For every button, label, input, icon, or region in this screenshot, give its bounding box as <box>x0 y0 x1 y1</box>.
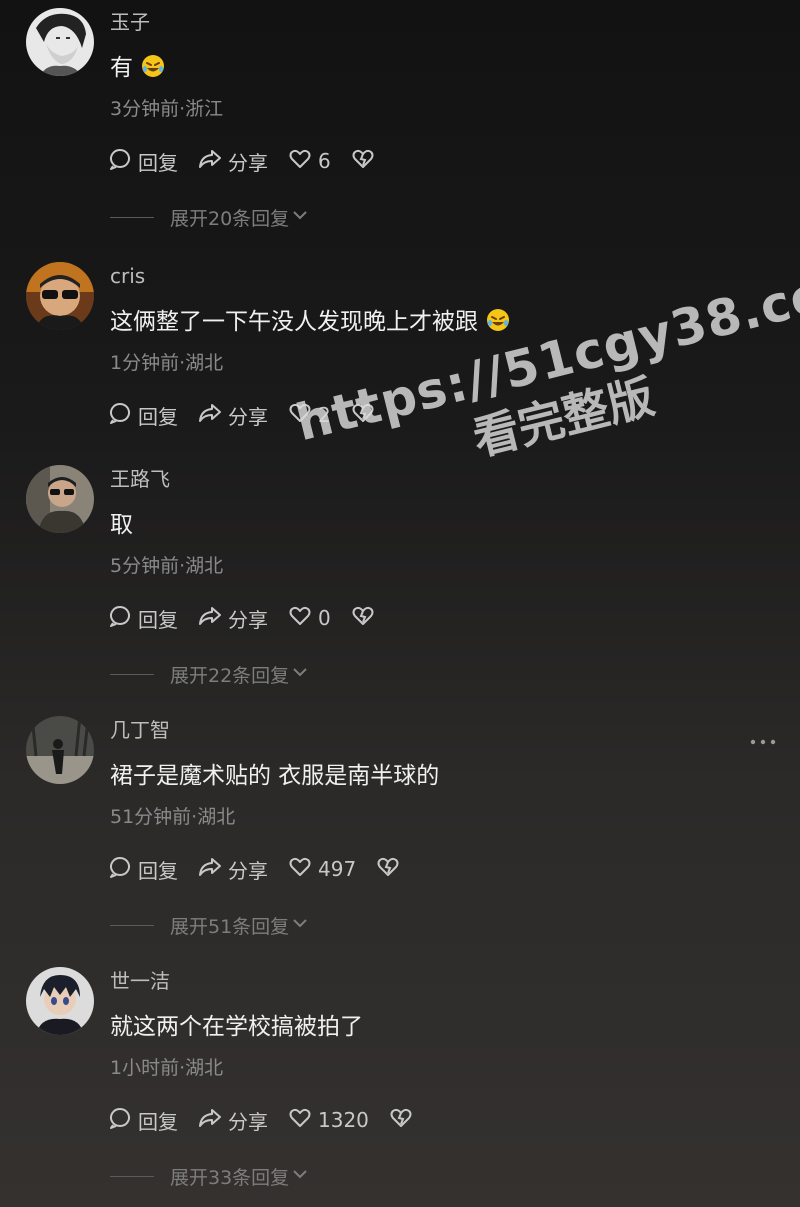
broken-heart-icon <box>389 1106 413 1135</box>
avatar[interactable] <box>26 967 94 1035</box>
reply-label: 回复 <box>138 858 178 883</box>
dislike-button[interactable] <box>389 1106 413 1135</box>
expand-replies-label: 展开22条回复 <box>170 664 290 687</box>
expand-replies-label: 展开51条回复 <box>170 915 290 938</box>
share-arrow-icon <box>198 147 228 176</box>
reply-button[interactable]: 回复 <box>108 1106 178 1135</box>
comment-bubble-icon <box>108 855 138 884</box>
like-count: 6 <box>318 149 331 173</box>
heart-icon <box>288 855 318 884</box>
like-button[interactable]: 0 <box>288 604 331 633</box>
share-arrow-icon <box>198 855 228 884</box>
expand-replies-button[interactable]: 展开51条回复 <box>110 910 309 940</box>
expand-replies-button[interactable]: 展开33条回复 <box>110 1161 309 1191</box>
broken-heart-icon <box>376 855 400 884</box>
comment-text: 就这两个在学校搞被拍了 <box>110 1014 363 1040</box>
share-label: 分享 <box>228 150 268 175</box>
avatar[interactable] <box>26 465 94 533</box>
share-button[interactable]: 分享 <box>198 1106 268 1135</box>
comment-bubble-icon <box>108 1106 138 1135</box>
reply-button[interactable]: 回复 <box>108 147 178 176</box>
comment-bubble-icon <box>108 147 138 176</box>
share-arrow-icon <box>198 1106 228 1135</box>
chevron-down-icon <box>289 1165 309 1188</box>
share-label: 分享 <box>228 607 268 632</box>
reply-button[interactable]: 回复 <box>108 401 178 430</box>
heart-icon <box>288 147 318 176</box>
comment-bubble-icon <box>108 401 138 430</box>
username[interactable]: 王路飞 <box>110 465 170 493</box>
share-label: 分享 <box>228 1109 268 1134</box>
expand-replies-button[interactable]: 展开22条回复 <box>110 659 309 689</box>
divider-line <box>110 216 154 218</box>
comment-meta: 1小时前·湖北 <box>110 1057 224 1079</box>
divider-line <box>110 1175 154 1177</box>
rolling-on-floor-laughing-emoji-icon <box>141 54 165 78</box>
share-label: 分享 <box>228 858 268 883</box>
rolling-on-floor-laughing-emoji-icon <box>486 308 510 332</box>
like-count: 1320 <box>318 1108 369 1132</box>
share-button[interactable]: 分享 <box>198 855 268 884</box>
reply-label: 回复 <box>138 607 178 632</box>
like-count: 0 <box>318 606 331 630</box>
share-button[interactable]: 分享 <box>198 604 268 633</box>
comment-meta: 5分钟前·湖北 <box>110 555 224 577</box>
broken-heart-icon <box>351 604 375 633</box>
action-bar: 回复 分享 1320 <box>108 1105 433 1135</box>
divider-line <box>110 673 154 675</box>
like-button[interactable]: 6 <box>288 147 331 176</box>
action-bar: 回复 分享 6 <box>108 146 395 176</box>
action-bar: 回复 分享 0 <box>108 603 395 633</box>
like-button[interactable]: 1320 <box>288 1106 369 1135</box>
expand-replies-label: 展开20条回复 <box>170 207 290 230</box>
comment-text: 裙子是魔术贴的 衣服是南半球的 <box>110 763 440 789</box>
reply-label: 回复 <box>138 1109 178 1134</box>
username[interactable]: cris <box>110 262 145 290</box>
comment-text-content: 这俩整了一下午没人发现晚上才被跟 <box>110 309 478 335</box>
comment-text-content: 有 <box>110 55 133 81</box>
heart-icon <box>288 1106 318 1135</box>
chevron-down-icon <box>289 914 309 937</box>
reply-button[interactable]: 回复 <box>108 604 178 633</box>
share-label: 分享 <box>228 404 268 429</box>
share-button[interactable]: 分享 <box>198 147 268 176</box>
share-arrow-icon <box>198 604 228 633</box>
username[interactable]: 几丁智 <box>110 716 170 744</box>
action-bar: 回复 分享 497 <box>108 854 420 884</box>
chevron-down-icon <box>289 206 309 229</box>
share-button[interactable]: 分享 <box>198 401 268 430</box>
share-arrow-icon <box>198 401 228 430</box>
comment-bubble-icon <box>108 604 138 633</box>
expand-replies-label: 展开33条回复 <box>170 1166 290 1189</box>
dislike-button[interactable] <box>376 855 400 884</box>
comment-meta: 3分钟前·浙江 <box>110 98 224 120</box>
like-count: 497 <box>318 857 357 881</box>
expand-replies-button[interactable]: 展开20条回复 <box>110 202 309 232</box>
dislike-button[interactable] <box>351 604 375 633</box>
dislike-button[interactable] <box>351 147 375 176</box>
comment-text: 有 <box>110 52 165 84</box>
username[interactable]: 玉子 <box>110 8 150 36</box>
comment-text: 取 <box>110 512 133 538</box>
comment-meta: 1分钟前·湖北 <box>110 352 224 374</box>
comment-meta: 51分钟前·湖北 <box>110 806 236 828</box>
heart-icon <box>288 604 318 633</box>
reply-button[interactable]: 回复 <box>108 855 178 884</box>
divider-line <box>110 924 154 926</box>
reply-label: 回复 <box>138 150 178 175</box>
chevron-down-icon <box>289 663 309 686</box>
avatar[interactable] <box>26 8 94 76</box>
username[interactable]: 世一洁 <box>110 967 170 995</box>
avatar[interactable] <box>26 262 94 330</box>
like-button[interactable]: 497 <box>288 855 356 884</box>
comment-text: 这俩整了一下午没人发现晚上才被跟 <box>110 306 510 338</box>
avatar[interactable] <box>26 716 94 784</box>
broken-heart-icon <box>351 147 375 176</box>
reply-label: 回复 <box>138 404 178 429</box>
more-options-icon[interactable] <box>748 732 778 745</box>
